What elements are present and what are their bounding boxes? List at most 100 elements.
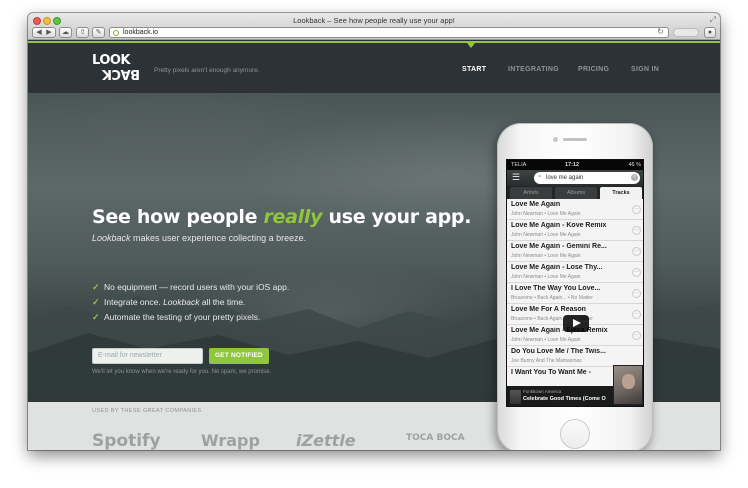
app-search-field[interactable]: love me again <box>534 172 640 184</box>
track-title: Love Me Again <box>511 201 561 208</box>
track-subtitle: John Newman • Love Me Again <box>511 211 581 217</box>
site-nav: LOOK BACK Pretty pixels aren't enough an… <box>28 41 720 93</box>
reader-button[interactable] <box>673 28 699 37</box>
now-playing-title: Celebrate Good Times (Come O <box>523 396 606 402</box>
tagline: Pretty pixels aren't enough anymore. <box>154 67 260 74</box>
notify-note: We'll let you know when we're ready for … <box>92 369 272 375</box>
download-icon: ● <box>707 29 713 36</box>
check-icon: ✓ <box>92 282 100 292</box>
share-icon: ⇧ <box>79 29 86 36</box>
feature-brand: Lookback <box>163 297 200 307</box>
share-button[interactable]: ⇧ <box>76 27 89 38</box>
site-favicon-icon <box>113 29 119 36</box>
nav-link-start[interactable]: START <box>462 66 486 73</box>
track-title: I Love The Way You Love... <box>511 285 601 292</box>
more-icon[interactable]: ··· <box>632 331 641 340</box>
phone-speaker <box>563 138 587 141</box>
clock: 17:12 <box>565 162 580 168</box>
reload-icon[interactable]: ↻ <box>657 27 664 36</box>
feature-list: ✓ No equipment — record users with your … <box>92 281 289 326</box>
track-subtitle: Bruuoone • Back Again... • No Matter <box>511 295 593 301</box>
back-forward-buttons[interactable]: ◀ ▶ <box>32 27 56 38</box>
phone-camera <box>553 137 558 142</box>
menu-icon[interactable]: ☰ <box>512 173 520 182</box>
cloud-icon: ☁ <box>62 29 69 36</box>
logo-bottom: BACK <box>102 66 140 81</box>
feature-text-end: all the time. <box>199 297 246 307</box>
check-icon: ✓ <box>92 297 100 307</box>
forward-arrow-icon[interactable]: ▶ <box>44 28 54 37</box>
search-icon: ⌕ <box>538 173 542 180</box>
hero-subline: Lookback makes user experience collectin… <box>92 233 306 243</box>
fullscreen-icon[interactable]: ⤢ <box>710 15 716 25</box>
subline-brand: Lookback <box>92 233 131 243</box>
spotify-logo: Spotify <box>92 431 161 450</box>
track-subtitle: John Newman • Love Me Again <box>511 274 581 280</box>
track-row[interactable]: Do You Love Me / The Twis... Joe Bunny An… <box>507 346 643 367</box>
feature-text: No equipment — record users with your iO… <box>104 282 290 292</box>
newsletter-email-input[interactable]: E-mail for newsletter <box>92 348 203 364</box>
home-button <box>560 419 590 449</box>
active-nav-indicator <box>467 43 475 48</box>
title-bar: Lookback – See how people really use you… <box>28 13 720 40</box>
check-icon: ✓ <box>92 312 100 322</box>
play-video-button[interactable] <box>563 315 589 332</box>
more-icon[interactable]: ··· <box>632 289 641 298</box>
track-row[interactable]: Love Me Again - Kove Remix John Newman • … <box>507 220 643 241</box>
tab-artists[interactable]: Artists <box>510 187 552 199</box>
user-camera-video <box>613 365 643 405</box>
nav-link-pricing[interactable]: PRICING <box>578 66 609 73</box>
more-icon[interactable]: ··· <box>632 226 641 235</box>
izettle-logo: iZettle <box>296 431 356 450</box>
ios-status-bar: TELIA 17:12 46 % <box>507 160 643 170</box>
wrapp-logo: Wrapp <box>201 431 260 450</box>
browser-window: Lookback – See how people really use you… <box>28 13 720 450</box>
more-icon[interactable]: ··· <box>632 205 641 214</box>
iphone-mockup: TELIA 17:12 46 % ☰ love me again ⌕ × Art… <box>497 123 653 450</box>
companies-label: USED BY THESE GREAT COMPANIES <box>92 408 202 414</box>
icloud-tabs-button[interactable]: ☁ <box>59 27 72 38</box>
track-subtitle: John Newman • Love Me Again <box>511 337 581 343</box>
feature-item: ✓ Automate the testing of your pretty pi… <box>92 311 289 326</box>
phone-screen: TELIA 17:12 46 % ☰ love me again ⌕ × Art… <box>506 159 644 407</box>
url-text[interactable]: lookback.io <box>123 28 158 38</box>
battery: 46 % <box>628 162 641 168</box>
feature-item: ✓ Integrate once. Lookback all the time. <box>92 296 289 311</box>
now-playing-artist: Funkttown America <box>523 389 562 394</box>
track-subtitle: Joe Bunny And The Mamasmas <box>511 358 582 364</box>
headline-part-1: See how people <box>92 206 264 228</box>
nav-link-sign-in[interactable]: SIGN IN <box>631 66 659 73</box>
user-face <box>622 374 635 389</box>
tab-albums[interactable]: Albums <box>555 187 597 199</box>
feature-text: Automate the testing of your pretty pixe… <box>104 312 261 322</box>
track-subtitle: John Newman • Love Me Again <box>511 253 581 259</box>
track-row[interactable]: Love Me Again John Newman • Love Me Again… <box>507 199 643 220</box>
address-bar[interactable]: lookback.io ↻ <box>109 27 669 38</box>
more-icon[interactable]: ··· <box>632 268 641 277</box>
web-page: LOOK BACK Pretty pixels aren't enough an… <box>28 41 720 450</box>
app-tabs: Artists Albums Tracks <box>507 186 643 199</box>
tools-button[interactable]: ✎ <box>92 27 105 38</box>
track-title: Love Me For A Reason <box>511 306 586 313</box>
tab-tracks[interactable]: Tracks <box>600 187 642 199</box>
window-title: Lookback – See how people really use you… <box>293 16 455 25</box>
downloads-button[interactable]: ● <box>704 27 716 38</box>
toca-boca-logo: TOCA BOCA <box>406 433 465 443</box>
track-title: Love Me Again - Kove Remix <box>511 222 607 229</box>
lookback-logo[interactable]: LOOK BACK <box>92 54 140 81</box>
nav-link-integrating[interactable]: INTEGRATING <box>508 66 559 73</box>
track-row[interactable]: I Love The Way You Love... Bruuoone • Bac… <box>507 283 643 304</box>
track-title: Love Me Again - Lose Thy... <box>511 264 603 271</box>
track-row[interactable]: Love Me Again - Lose Thy... John Newman •… <box>507 262 643 283</box>
more-icon[interactable]: ··· <box>632 247 641 256</box>
headline-highlight: really <box>263 206 323 228</box>
track-subtitle: John Newman • Love Me Again <box>511 232 581 238</box>
track-row[interactable]: Love Me Again - Gemini Re... John Newman … <box>507 241 643 262</box>
clear-search-icon[interactable]: × <box>631 174 638 181</box>
subline-text: makes user experience collecting a breez… <box>130 233 307 243</box>
back-arrow-icon[interactable]: ◀ <box>34 28 44 37</box>
track-title: Do You Love Me / The Twis... <box>511 348 606 355</box>
feature-text: Integrate once. <box>104 297 164 307</box>
more-icon[interactable]: ··· <box>632 310 641 319</box>
get-notified-button[interactable]: GET NOTIFIED <box>209 348 269 364</box>
